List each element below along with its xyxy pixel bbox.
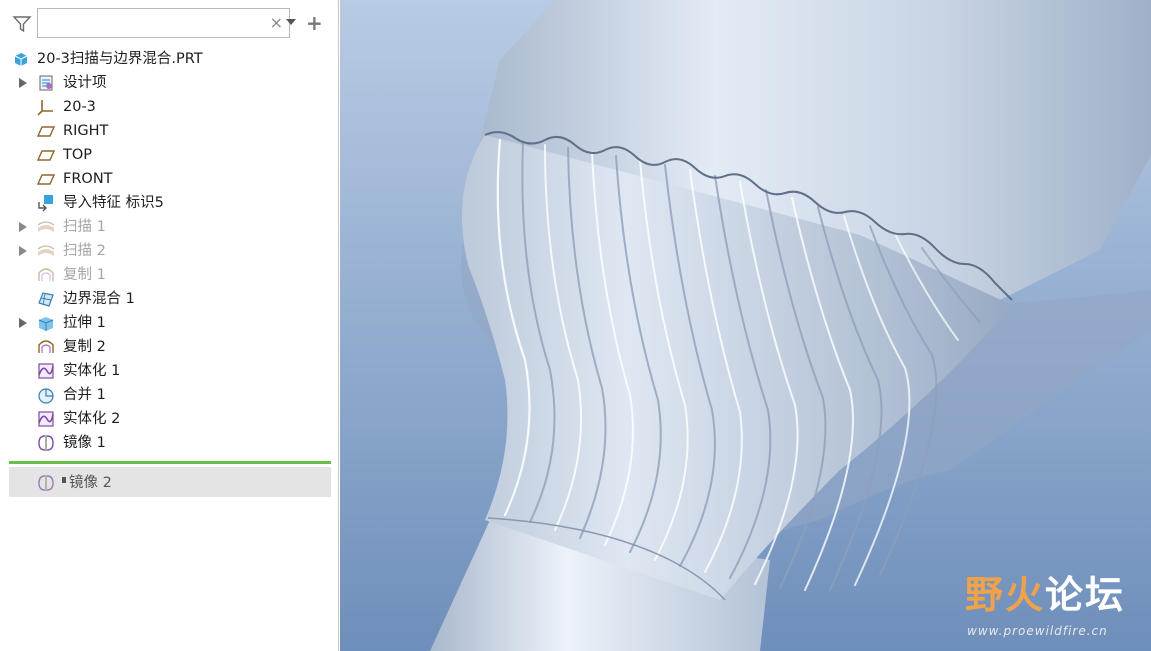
tree-item-merge-1[interactable]: 合并 1 — [0, 383, 339, 407]
tree-item-label: 复制 2 — [63, 339, 106, 355]
tree-item-label: RIGHT — [63, 123, 109, 139]
tree-item-datum-front[interactable]: FRONT — [0, 167, 339, 191]
sweep-icon — [37, 245, 55, 256]
tree-root-label: 20-3扫描与边界混合.PRT — [37, 51, 203, 67]
tree-item-sweep-2[interactable]: 扫描 2 — [0, 239, 339, 263]
part-icon — [14, 53, 28, 66]
tree-item-copy-1[interactable]: 复制 1 — [0, 263, 339, 287]
mirror-icon — [38, 435, 54, 451]
datum-plane-icon — [37, 150, 55, 161]
tree-search-box[interactable]: × — [37, 8, 290, 38]
tree-item-label: TOP — [63, 147, 93, 163]
clear-icon[interactable]: × — [270, 13, 283, 33]
forum-watermark: 野火论坛 www.proewildfire.cn — [965, 570, 1145, 645]
tree-item-label: 合并 1 — [63, 387, 106, 403]
copy-surface-icon — [38, 268, 54, 281]
coordinate-system-icon — [37, 100, 53, 116]
tree-item-coordinate-system[interactable]: 20-3 — [0, 95, 339, 119]
add-icon[interactable]: + — [306, 13, 323, 33]
tree-item-extrude-1[interactable]: 拉伸 1 — [0, 311, 339, 335]
tree-item-boundary-blend-1[interactable]: 边界混合 1 — [0, 287, 339, 311]
tree-item-label: 设计项 — [63, 75, 107, 91]
tree-item-label: 边界混合 1 — [63, 291, 135, 307]
model-tree-panel: × + 20-3扫描与边界混合.PRT 设计项 20-3 RIGHT TOP F… — [0, 0, 339, 651]
graphics-viewport[interactable] — [340, 0, 1151, 651]
tree-filter-bar: × + — [10, 8, 330, 38]
tree-item-mirror-1[interactable]: 镜像 1 — [0, 431, 339, 455]
tree-item-design-items[interactable]: 设计项 — [0, 71, 339, 95]
insert-here-indicator[interactable] — [9, 461, 331, 464]
tree-item-label: 拉伸 1 — [63, 315, 106, 331]
filter-icon[interactable] — [12, 14, 32, 34]
tree-item-copy-2[interactable]: 复制 2 — [0, 335, 339, 359]
tree-item-datum-top[interactable]: TOP — [0, 143, 339, 167]
tree-item-datum-right[interactable]: RIGHT — [0, 119, 339, 143]
tree-item-label: 实体化 2 — [63, 411, 121, 427]
tree-item-label: 复制 1 — [63, 267, 106, 283]
chevron-down-icon[interactable] — [285, 16, 297, 28]
tree-item-sweep-1[interactable]: 扫描 1 — [0, 215, 339, 239]
merge-icon — [38, 388, 54, 404]
tree-item-solidify-1[interactable]: 实体化 1 — [0, 359, 339, 383]
watermark-url: www.proewildfire.cn — [967, 624, 1108, 638]
watermark-char-2: 火 — [1005, 573, 1046, 617]
import-feature-icon — [38, 195, 53, 212]
copy-surface-icon — [38, 340, 54, 353]
boundary-blend-icon — [38, 292, 54, 307]
expand-arrow-icon[interactable] — [18, 77, 28, 89]
watermark-char-1: 野 — [965, 573, 1006, 617]
model-render — [340, 0, 1151, 651]
tree-item-label: 20-3 — [63, 99, 96, 115]
solidify-icon — [38, 363, 54, 379]
tree-item-label: 实体化 1 — [63, 363, 121, 379]
watermark-char-3: 论坛 — [1045, 573, 1126, 617]
model-tree: 20-3扫描与边界混合.PRT 设计项 20-3 RIGHT TOP FRONT… — [0, 47, 339, 455]
tree-item-import-feature[interactable]: 导入特征 标识5 — [0, 191, 339, 215]
mirror-icon — [38, 475, 54, 491]
tree-item-label: 扫描 2 — [63, 243, 106, 259]
expand-arrow-icon[interactable] — [18, 317, 28, 329]
sweep-icon — [37, 221, 55, 232]
inactive-marker-icon — [62, 477, 66, 483]
expand-arrow-icon[interactable] — [18, 221, 28, 233]
expand-arrow-icon[interactable] — [18, 245, 28, 257]
solidify-icon — [38, 411, 54, 427]
tree-item-label: 导入特征 标识5 — [63, 195, 164, 211]
datum-plane-icon — [37, 126, 55, 137]
extrude-icon — [38, 317, 54, 331]
tree-item-label: 扫描 1 — [63, 219, 106, 235]
tree-item-label: 镜像 2 — [69, 475, 112, 491]
datum-plane-icon — [37, 174, 55, 185]
tree-item-solidify-2[interactable]: 实体化 2 — [0, 407, 339, 431]
tree-item-label: 镜像 1 — [63, 435, 106, 451]
tree-item-label: FRONT — [63, 171, 113, 187]
watermark-title: 野火论坛 — [965, 570, 1125, 620]
tree-item-mirror-2[interactable]: 镜像 2 — [9, 467, 331, 497]
design-items-icon — [39, 75, 53, 91]
tree-search-input[interactable] — [38, 9, 258, 37]
tree-root-item[interactable]: 20-3扫描与边界混合.PRT — [0, 47, 339, 71]
